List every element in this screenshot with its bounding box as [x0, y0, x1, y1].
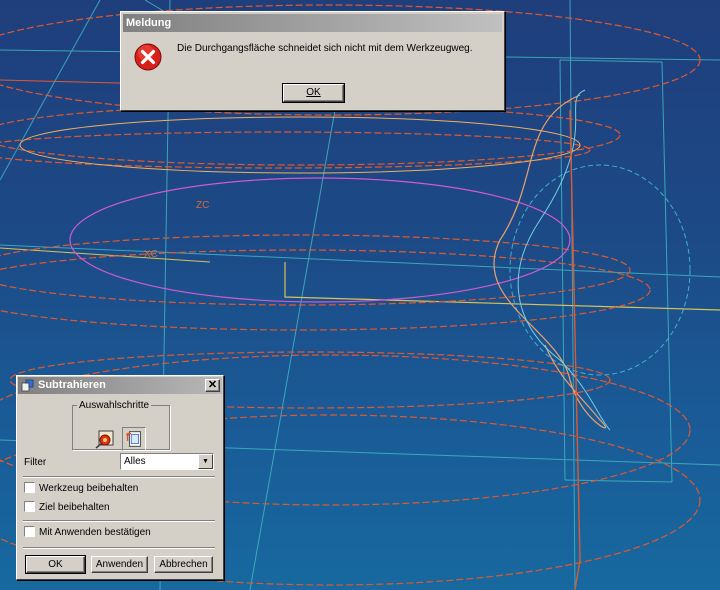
separator	[23, 476, 215, 478]
chevron-down-icon[interactable]: ▼	[198, 454, 213, 469]
subtract-app-icon	[21, 379, 34, 392]
message-dialog: Meldung Die Durchgangsfläche schneidet s…	[120, 11, 505, 111]
cancel-button[interactable]: Abbrechen	[154, 556, 213, 573]
close-icon: ✕	[207, 379, 218, 391]
separator	[23, 547, 215, 549]
axis-label-zc: ZC	[196, 200, 209, 211]
target-body-select-icon[interactable]	[122, 427, 146, 451]
selection-steps-group: Auswahlschritte	[72, 400, 170, 451]
subtract-dialog-titlebar[interactable]: Subtrahieren ✕	[18, 377, 222, 394]
filter-label: Filter	[24, 457, 47, 468]
keep-tool-label: Werkzeug beibehalten	[39, 483, 139, 494]
message-ok-button[interactable]: OK	[282, 83, 345, 103]
confirm-on-apply-checkbox-row[interactable]: Mit Anwenden bestätigen	[24, 525, 151, 540]
subtract-dialog: Subtrahieren ✕ Auswahlschritte Filter Al…	[16, 375, 224, 580]
subtract-dialog-title: Subtrahieren	[38, 379, 106, 391]
keep-tool-checkbox[interactable]	[24, 481, 35, 493]
ok-button[interactable]: OK	[25, 555, 86, 574]
keep-target-label: Ziel beibehalten	[39, 502, 110, 513]
separator	[23, 520, 215, 522]
confirm-on-apply-label: Mit Anwenden bestätigen	[39, 527, 151, 538]
apply-button[interactable]: Anwenden	[91, 556, 148, 573]
selection-steps-label: Auswahlschritte	[79, 400, 150, 411]
error-icon	[134, 43, 162, 71]
keep-target-checkbox-row[interactable]: Ziel beibehalten	[24, 500, 110, 515]
keep-target-checkbox[interactable]	[24, 500, 35, 512]
tool-body-select-icon[interactable]	[93, 427, 117, 451]
message-text: Die Durchgangsfläche schneidet sich nich…	[177, 43, 473, 54]
keep-tool-checkbox-row[interactable]: Werkzeug beibehalten	[24, 481, 139, 496]
close-button[interactable]: ✕	[205, 379, 220, 392]
filter-select-value: Alles	[124, 456, 146, 467]
filter-select[interactable]: Alles ▼	[120, 453, 214, 470]
confirm-on-apply-checkbox[interactable]	[24, 525, 35, 537]
message-dialog-title: Meldung	[123, 14, 502, 32]
axis-label-xc: XC	[144, 249, 158, 260]
